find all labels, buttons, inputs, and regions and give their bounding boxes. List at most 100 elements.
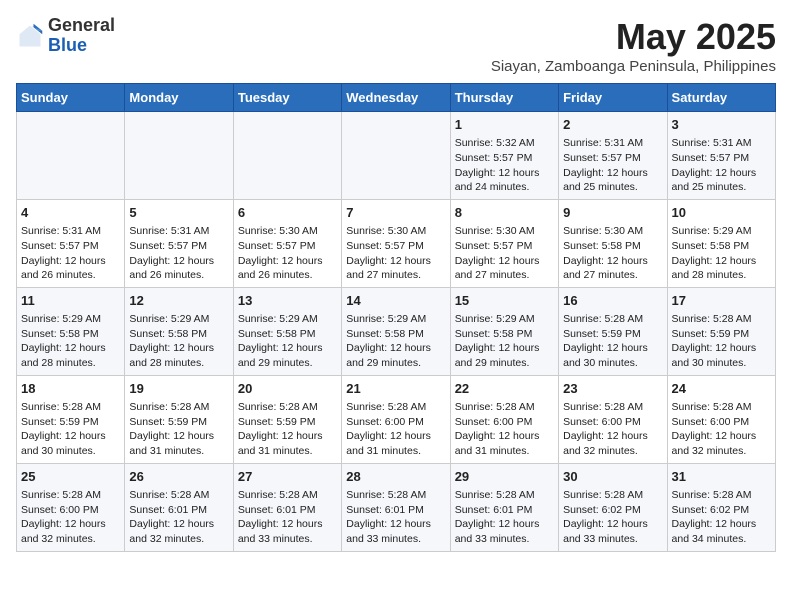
day-number: 26 (129, 468, 228, 486)
calendar-cell: 12 Sunrise: 5:29 AM Sunset: 5:58 PM Dayli… (125, 287, 233, 375)
day-number: 8 (455, 204, 554, 222)
day-info: Sunrise: 5:30 AM Sunset: 5:57 PM Dayligh… (346, 225, 431, 281)
weekday-header-sunday: Sunday (17, 84, 125, 112)
weekday-header-friday: Friday (559, 84, 667, 112)
day-number: 21 (346, 380, 445, 398)
calendar-cell: 20 Sunrise: 5:28 AM Sunset: 5:59 PM Dayli… (233, 375, 341, 463)
day-info: Sunrise: 5:30 AM Sunset: 5:57 PM Dayligh… (455, 225, 540, 281)
day-number: 23 (563, 380, 662, 398)
day-info: Sunrise: 5:31 AM Sunset: 5:57 PM Dayligh… (563, 137, 648, 193)
day-info: Sunrise: 5:28 AM Sunset: 5:59 PM Dayligh… (238, 401, 323, 457)
logo-icon (16, 22, 44, 50)
calendar-table: SundayMondayTuesdayWednesdayThursdayFrid… (16, 83, 776, 552)
calendar-cell: 6Sunrise: 5:30 AM Sunset: 5:57 PM Daylig… (233, 199, 341, 287)
calendar-cell: 2 Sunrise: 5:31 AM Sunset: 5:57 PM Daylig… (559, 112, 667, 200)
day-info: Sunrise: 5:30 AM Sunset: 5:58 PM Dayligh… (563, 225, 648, 281)
calendar-cell: 25Sunrise: 5:28 AM Sunset: 6:00 PM Dayli… (17, 463, 125, 551)
day-number: 29 (455, 468, 554, 486)
calendar-cell: 27 Sunrise: 5:28 AM Sunset: 6:01 PM Dayli… (233, 463, 341, 551)
calendar-cell: 8 Sunrise: 5:30 AM Sunset: 5:57 PM Daylig… (450, 199, 558, 287)
day-number: 7 (346, 204, 445, 222)
day-info: Sunrise: 5:28 AM Sunset: 6:00 PM Dayligh… (455, 401, 540, 457)
day-info: Sunrise: 5:28 AM Sunset: 6:02 PM Dayligh… (672, 489, 757, 545)
day-number: 11 (21, 292, 120, 310)
day-info: Sunrise: 5:28 AM Sunset: 5:59 PM Dayligh… (129, 401, 214, 457)
day-info: Sunrise: 5:28 AM Sunset: 6:00 PM Dayligh… (346, 401, 431, 457)
calendar-cell: 26 Sunrise: 5:28 AM Sunset: 6:01 PM Dayli… (125, 463, 233, 551)
day-number: 25 (21, 468, 120, 486)
page-header: General Blue May 2025 Siayan, Zamboanga … (16, 16, 776, 75)
day-number: 30 (563, 468, 662, 486)
calendar-cell: 23 Sunrise: 5:28 AM Sunset: 6:00 PM Dayli… (559, 375, 667, 463)
calendar-cell (17, 112, 125, 200)
day-info: Sunrise: 5:28 AM Sunset: 6:01 PM Dayligh… (346, 489, 431, 545)
weekday-header-saturday: Saturday (667, 84, 775, 112)
calendar-cell: 5Sunrise: 5:31 AM Sunset: 5:57 PM Daylig… (125, 199, 233, 287)
day-info: Sunrise: 5:28 AM Sunset: 6:01 PM Dayligh… (238, 489, 323, 545)
calendar-cell: 3 Sunrise: 5:31 AM Sunset: 5:57 PM Daylig… (667, 112, 775, 200)
day-info: Sunrise: 5:29 AM Sunset: 5:58 PM Dayligh… (672, 225, 757, 281)
calendar-body: 1Sunrise: 5:32 AM Sunset: 5:57 PM Daylig… (17, 112, 776, 552)
day-number: 17 (672, 292, 771, 310)
calendar-cell: 19 Sunrise: 5:28 AM Sunset: 5:59 PM Dayli… (125, 375, 233, 463)
day-info: Sunrise: 5:29 AM Sunset: 5:58 PM Dayligh… (238, 313, 323, 369)
calendar-cell: 21 Sunrise: 5:28 AM Sunset: 6:00 PM Dayli… (342, 375, 450, 463)
day-number: 12 (129, 292, 228, 310)
calendar-cell: 4 Sunrise: 5:31 AM Sunset: 5:57 PM Daylig… (17, 199, 125, 287)
calendar-cell: 10Sunrise: 5:29 AM Sunset: 5:58 PM Dayli… (667, 199, 775, 287)
day-info: Sunrise: 5:28 AM Sunset: 5:59 PM Dayligh… (563, 313, 648, 369)
day-info: Sunrise: 5:28 AM Sunset: 5:59 PM Dayligh… (21, 401, 106, 457)
day-number: 24 (672, 380, 771, 398)
calendar-cell (233, 112, 341, 200)
day-number: 4 (21, 204, 120, 222)
weekday-header-monday: Monday (125, 84, 233, 112)
day-number: 19 (129, 380, 228, 398)
day-info: Sunrise: 5:28 AM Sunset: 6:01 PM Dayligh… (455, 489, 540, 545)
calendar-week-2: 4 Sunrise: 5:31 AM Sunset: 5:57 PM Daylig… (17, 199, 776, 287)
day-number: 18 (21, 380, 120, 398)
weekday-header-wednesday: Wednesday (342, 84, 450, 112)
day-number: 9 (563, 204, 662, 222)
day-number: 31 (672, 468, 771, 486)
calendar-cell: 22Sunrise: 5:28 AM Sunset: 6:00 PM Dayli… (450, 375, 558, 463)
day-number: 3 (672, 116, 771, 134)
weekday-header-thursday: Thursday (450, 84, 558, 112)
weekday-header-row: SundayMondayTuesdayWednesdayThursdayFrid… (17, 84, 776, 112)
calendar-week-1: 1Sunrise: 5:32 AM Sunset: 5:57 PM Daylig… (17, 112, 776, 200)
calendar-week-5: 25Sunrise: 5:28 AM Sunset: 6:00 PM Dayli… (17, 463, 776, 551)
calendar-week-3: 11 Sunrise: 5:29 AM Sunset: 5:58 PM Dayli… (17, 287, 776, 375)
calendar-cell: 9 Sunrise: 5:30 AM Sunset: 5:58 PM Daylig… (559, 199, 667, 287)
day-number: 1 (455, 116, 554, 134)
calendar-cell: 18 Sunrise: 5:28 AM Sunset: 5:59 PM Dayli… (17, 375, 125, 463)
day-number: 13 (238, 292, 337, 310)
calendar-cell: 30 Sunrise: 5:28 AM Sunset: 6:02 PM Dayli… (559, 463, 667, 551)
day-number: 15 (455, 292, 554, 310)
day-info: Sunrise: 5:29 AM Sunset: 5:58 PM Dayligh… (129, 313, 214, 369)
day-number: 2 (563, 116, 662, 134)
calendar-cell: 7 Sunrise: 5:30 AM Sunset: 5:57 PM Daylig… (342, 199, 450, 287)
calendar-cell: 13 Sunrise: 5:29 AM Sunset: 5:58 PM Dayli… (233, 287, 341, 375)
calendar-cell: 17Sunrise: 5:28 AM Sunset: 5:59 PM Dayli… (667, 287, 775, 375)
day-info: Sunrise: 5:28 AM Sunset: 6:00 PM Dayligh… (563, 401, 648, 457)
calendar-cell: 31 Sunrise: 5:28 AM Sunset: 6:02 PM Dayli… (667, 463, 775, 551)
day-info: Sunrise: 5:31 AM Sunset: 5:57 PM Dayligh… (21, 225, 106, 281)
calendar-cell: 14Sunrise: 5:29 AM Sunset: 5:58 PM Dayli… (342, 287, 450, 375)
calendar-cell: 11Sunrise: 5:29 AM Sunset: 5:58 PM Dayli… (17, 287, 125, 375)
logo-blue: Blue (48, 35, 87, 55)
calendar-title: May 2025 (491, 16, 776, 58)
logo: General Blue (16, 16, 115, 56)
calendar-cell (125, 112, 233, 200)
day-info: Sunrise: 5:28 AM Sunset: 6:01 PM Dayligh… (129, 489, 214, 545)
day-number: 27 (238, 468, 337, 486)
day-number: 5 (129, 204, 228, 222)
calendar-cell: 16Sunrise: 5:28 AM Sunset: 5:59 PM Dayli… (559, 287, 667, 375)
calendar-cell: 24Sunrise: 5:28 AM Sunset: 6:00 PM Dayli… (667, 375, 775, 463)
calendar-week-4: 18 Sunrise: 5:28 AM Sunset: 5:59 PM Dayli… (17, 375, 776, 463)
title-block: May 2025 Siayan, Zamboanga Peninsula, Ph… (491, 16, 776, 75)
day-info: Sunrise: 5:29 AM Sunset: 5:58 PM Dayligh… (455, 313, 540, 369)
calendar-cell: 29 Sunrise: 5:28 AM Sunset: 6:01 PM Dayli… (450, 463, 558, 551)
logo-general: General (48, 15, 115, 35)
day-info: Sunrise: 5:31 AM Sunset: 5:57 PM Dayligh… (672, 137, 757, 193)
day-info: Sunrise: 5:28 AM Sunset: 6:02 PM Dayligh… (563, 489, 648, 545)
day-number: 20 (238, 380, 337, 398)
